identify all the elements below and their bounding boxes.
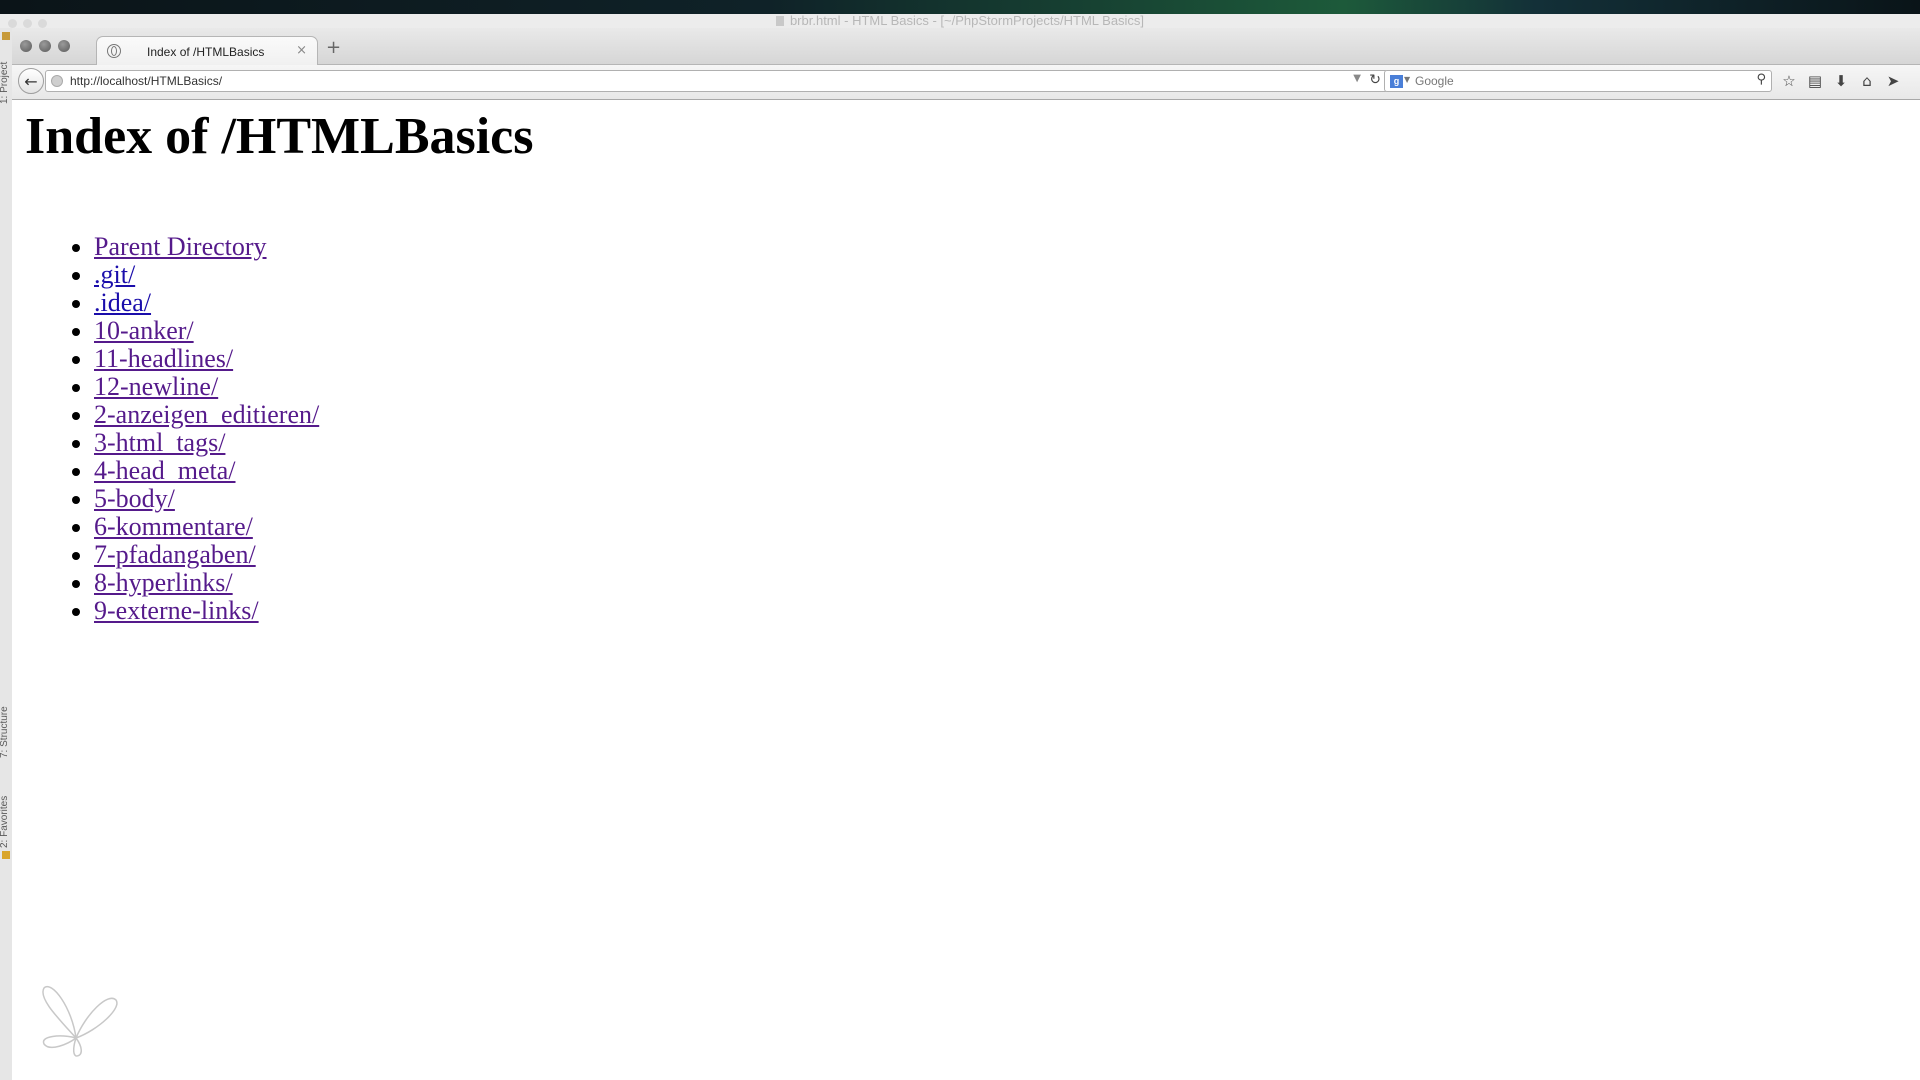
desktop-background-strip: [0, 0, 1920, 14]
link-git[interactable]: .git/: [94, 260, 135, 289]
toolbar-icons: ☆ ▤ ⬇ ⌂ ➤: [1776, 71, 1906, 91]
link-parent-directory[interactable]: Parent Directory: [94, 232, 267, 261]
list-item: 10-anker/: [94, 317, 319, 345]
search-icon[interactable]: ⚲: [1756, 72, 1766, 87]
close-tab-icon[interactable]: ×: [296, 43, 307, 58]
list-item: 4-head_meta/: [94, 457, 319, 485]
favorites-star-icon: [2, 851, 10, 859]
download-icon[interactable]: ⬇: [1828, 71, 1854, 91]
page-content: Index of /HTMLBasics Parent Directory .g…: [12, 100, 1920, 1080]
window-controls: [20, 39, 77, 57]
list-item: Parent Directory: [94, 233, 319, 261]
directory-listing: Parent Directory .git/ .idea/ 10-anker/ …: [12, 233, 319, 625]
link-5-body[interactable]: 5-body/: [94, 484, 175, 513]
star-icon[interactable]: ☆: [1776, 71, 1802, 91]
link-12-newline[interactable]: 12-newline/: [94, 372, 218, 401]
navigation-toolbar: ← http://localhost/HTMLBasics/ ▼ ↻ g ▼ ⚲…: [12, 65, 1920, 100]
ide-title-bar: brbr.html - HTML Basics - [~/PhpStormPro…: [0, 14, 1920, 28]
link-7-pfadangaben[interactable]: 7-pfadangaben/: [94, 540, 256, 569]
list-item: 5-body/: [94, 485, 319, 513]
site-identity-icon[interactable]: [51, 75, 63, 87]
send-icon[interactable]: ➤: [1880, 71, 1906, 91]
list-item: 12-newline/: [94, 373, 319, 401]
ide-window-title: brbr.html - HTML Basics - [~/PhpStormPro…: [789, 13, 1145, 28]
link-3-html-tags[interactable]: 3-html_tags/: [94, 428, 225, 457]
browser-window: Index of /HTMLBasics × + ← http://localh…: [12, 28, 1920, 1080]
zoom-window-button[interactable]: [58, 40, 70, 52]
address-bar[interactable]: http://localhost/HTMLBasics/ ▼ ↻: [45, 70, 1388, 92]
close-window-button[interactable]: [20, 40, 32, 52]
url-text[interactable]: http://localhost/HTMLBasics/: [70, 74, 222, 88]
tab-title: Index of /HTMLBasics: [147, 45, 265, 59]
link-idea[interactable]: .idea/: [94, 288, 151, 317]
page-title: Index of /HTMLBasics: [25, 108, 534, 165]
list-item: .idea/: [94, 289, 319, 317]
minimize-window-button[interactable]: [39, 40, 51, 52]
list-item: 7-pfadangaben/: [94, 541, 319, 569]
search-bar[interactable]: g ▼ ⚲: [1384, 70, 1772, 92]
link-6-kommentare[interactable]: 6-kommentare/: [94, 512, 253, 541]
link-10-anker[interactable]: 10-anker/: [94, 316, 194, 345]
project-tool-icon[interactable]: [2, 32, 10, 40]
back-button[interactable]: ←: [18, 68, 44, 94]
link-9-externe-links[interactable]: 9-externe-links/: [94, 596, 259, 625]
link-4-head-meta[interactable]: 4-head_meta/: [94, 456, 236, 485]
list-item: 8-hyperlinks/: [94, 569, 319, 597]
link-8-hyperlinks[interactable]: 8-hyperlinks/: [94, 568, 233, 597]
list-item: 3-html_tags/: [94, 429, 319, 457]
search-input[interactable]: [1415, 71, 1745, 91]
list-item: 6-kommentare/: [94, 513, 319, 541]
list-item: .git/: [94, 261, 319, 289]
globe-icon: [107, 44, 121, 58]
new-tab-button[interactable]: +: [326, 39, 341, 57]
home-icon[interactable]: ⌂: [1854, 71, 1880, 91]
butterfly-logo-icon: [42, 985, 118, 1057]
history-dropdown-icon[interactable]: ▼: [1353, 73, 1361, 84]
tab-bar: Index of /HTMLBasics × +: [12, 28, 1920, 66]
link-2-anzeigen-editieren[interactable]: 2-anzeigen_editieren/: [94, 400, 319, 429]
file-icon: [775, 16, 784, 26]
reload-icon[interactable]: ↻: [1369, 72, 1381, 88]
reading-list-icon[interactable]: ▤: [1802, 71, 1828, 91]
list-item: 11-headlines/: [94, 345, 319, 373]
list-item: 9-externe-links/: [94, 597, 319, 625]
link-11-headlines[interactable]: 11-headlines/: [94, 344, 233, 373]
engine-dropdown-icon[interactable]: ▼: [1404, 75, 1410, 84]
tab-index-of-htmlbasics[interactable]: Index of /HTMLBasics ×: [96, 36, 318, 66]
list-item: 2-anzeigen_editieren/: [94, 401, 319, 429]
google-engine-icon[interactable]: g: [1390, 75, 1403, 88]
